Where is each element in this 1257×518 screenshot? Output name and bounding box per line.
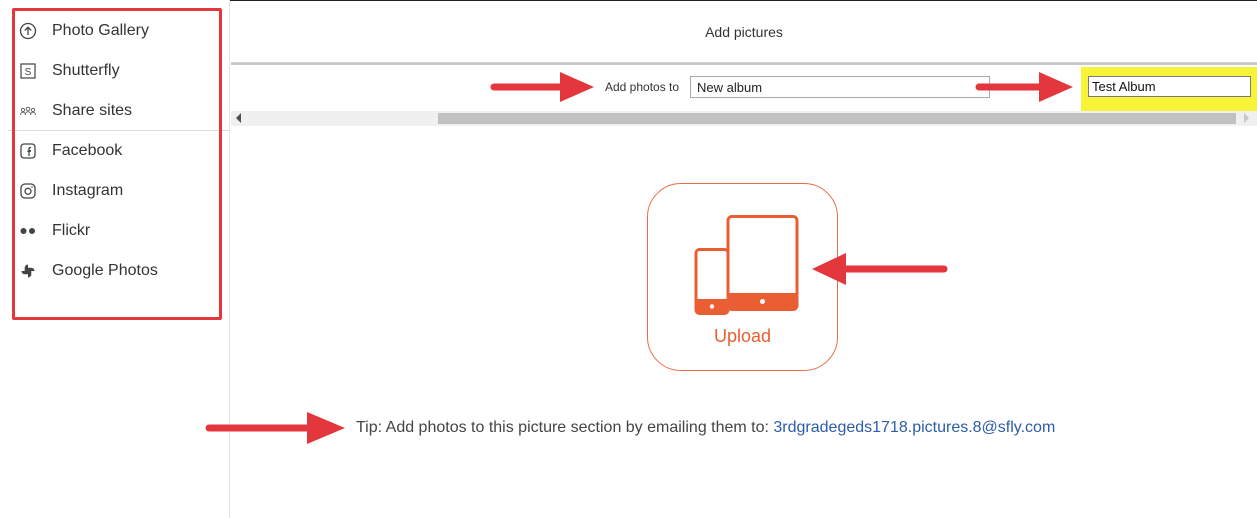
album-select[interactable]: New album bbox=[690, 76, 990, 98]
pinwheel-icon bbox=[18, 261, 38, 281]
album-select-value: New album bbox=[697, 79, 763, 95]
sidebar-item-instagram[interactable]: Instagram bbox=[18, 177, 123, 205]
annotation-arrow-upload bbox=[812, 253, 948, 285]
annotation-arrow-tip bbox=[205, 412, 345, 444]
header-divider bbox=[231, 63, 1257, 65]
sidebar-item-shutterfly[interactable]: S Shutterfly bbox=[18, 57, 120, 85]
sidebar-item-share-sites[interactable]: Share sites bbox=[18, 97, 132, 125]
sidebar-item-label: Shutterfly bbox=[52, 62, 120, 79]
upload-circle-icon bbox=[18, 21, 38, 41]
add-photos-label: Add photos to bbox=[605, 80, 680, 94]
svg-text:S: S bbox=[25, 67, 32, 78]
sidebar-item-label: Instagram bbox=[52, 182, 124, 199]
devices-icon bbox=[694, 215, 799, 315]
scrollbar-thumb[interactable] bbox=[438, 113, 1236, 124]
upload-label: Upload bbox=[713, 326, 772, 346]
sidebar-item-photo-gallery[interactable]: Photo Gallery bbox=[18, 17, 149, 45]
annotation-arrow-album-name bbox=[975, 72, 1073, 102]
facebook-icon bbox=[18, 141, 38, 161]
scroll-right-icon[interactable] bbox=[1244, 113, 1249, 123]
sidebar-item-flickr[interactable]: Flickr bbox=[18, 217, 90, 245]
email-tip: Tip: Add photos to this picture section … bbox=[356, 419, 1055, 437]
instagram-icon bbox=[18, 181, 38, 201]
sidebar-item-label: Share sites bbox=[52, 102, 133, 119]
flickr-dots-icon bbox=[18, 221, 38, 241]
people-icon bbox=[18, 101, 38, 121]
horizontal-scrollbar[interactable] bbox=[231, 111, 1257, 126]
scroll-left-icon[interactable] bbox=[236, 113, 241, 123]
sidebar-item-google-photos[interactable]: Google Photos bbox=[18, 257, 158, 285]
upload-email-link[interactable]: 3rdgradegeds1718.pictures.8@sfly.com bbox=[773, 419, 1055, 436]
source-sidebar: Photo Gallery S Shutterfly Share sites F… bbox=[0, 0, 230, 518]
sidebar-item-label: Photo Gallery bbox=[52, 22, 149, 39]
sidebar-divider bbox=[8, 130, 230, 131]
sidebar-item-label: Google Photos bbox=[52, 262, 158, 279]
new-album-name-input[interactable] bbox=[1088, 76, 1251, 97]
annotation-arrow-add-photos bbox=[490, 72, 594, 102]
tip-text: Tip: Add photos to this picture section … bbox=[356, 419, 774, 436]
sidebar-item-facebook[interactable]: Facebook bbox=[18, 137, 122, 165]
page-title: Add pictures bbox=[231, 1, 1257, 63]
sidebar-item-label: Facebook bbox=[52, 142, 123, 159]
shutterfly-s-icon: S bbox=[18, 61, 38, 81]
sidebar-item-label: Flickr bbox=[52, 222, 91, 239]
